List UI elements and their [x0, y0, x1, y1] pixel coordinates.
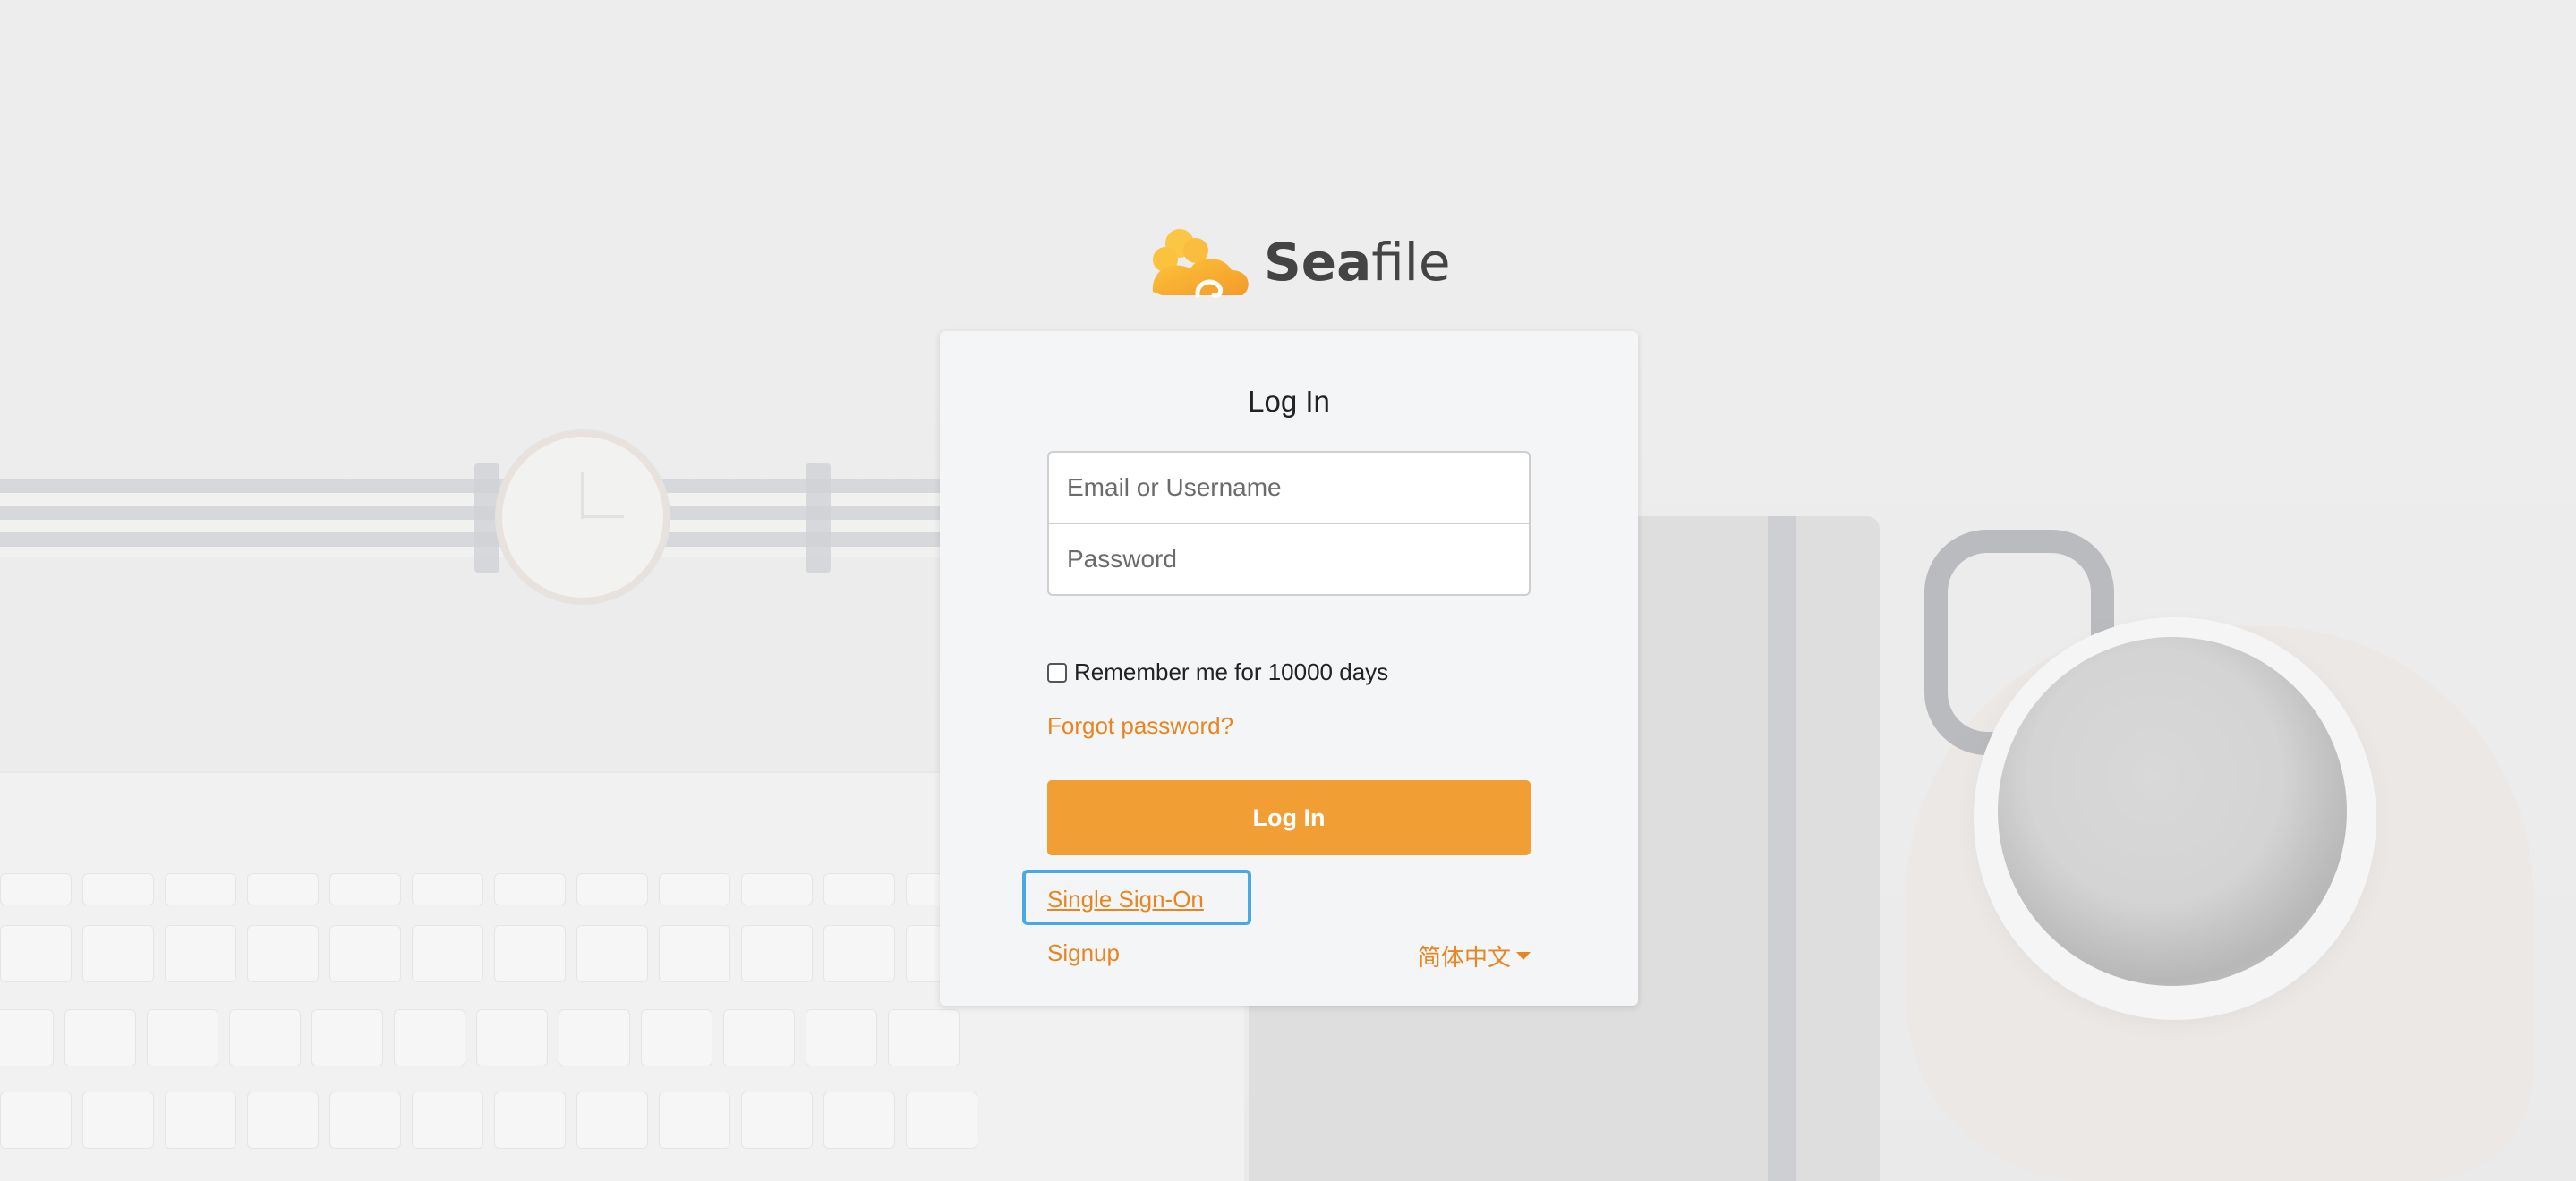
caret-down-icon: [1516, 952, 1531, 960]
username-input[interactable]: [1047, 451, 1531, 524]
remember-me[interactable]: Remember me for 10000 days: [1047, 658, 1388, 686]
language-label: 简体中文: [1417, 945, 1511, 972]
login-card: Log In Remember me for 10000 days Forgot…: [940, 331, 1638, 1006]
remember-checkbox[interactable]: [1047, 662, 1067, 683]
login-title: Log In: [1248, 385, 1330, 418]
remember-label: Remember me for 10000 days: [1074, 658, 1389, 685]
seafile-logo: Seafile: [1144, 222, 1451, 302]
single-sign-on-link[interactable]: Single Sign-On: [1047, 886, 1204, 913]
forgot-password-link[interactable]: Forgot password?: [1047, 712, 1233, 740]
language-selector[interactable]: 简体中文: [1418, 939, 1531, 973]
password-input[interactable]: [1047, 523, 1531, 596]
seafile-cloud-logo-icon: [1152, 229, 1249, 298]
login-button[interactable]: Log In: [1047, 780, 1531, 855]
signup-link[interactable]: Signup: [1047, 939, 1120, 967]
seafile-wordmark: Seafile: [1264, 232, 1451, 293]
